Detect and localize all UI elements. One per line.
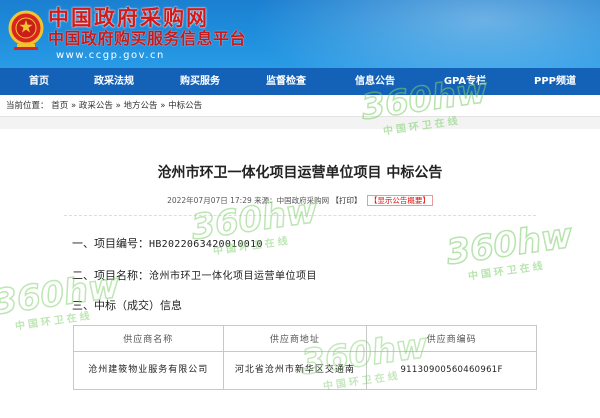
breadcrumb-procurement[interactable]: 政采公告	[79, 101, 113, 111]
breadcrumb-local[interactable]: 地方公告	[123, 101, 157, 111]
project-name-label: 二、项目名称：	[72, 269, 149, 282]
header-supplier-address: 供应商地址	[222, 325, 368, 352]
project-number-label: 一、项目编号：	[72, 237, 149, 250]
divider	[64, 215, 536, 216]
supplier-table: 供应商名称 供应商地址 供应商编码 沧州建筱物业服务有限公司 河北省沧州市新华区…	[73, 325, 537, 390]
breadcrumb-separator: »	[160, 101, 166, 111]
project-number-line: 一、项目编号：HB2022063420010010	[72, 235, 263, 251]
site-title: 中国政府采购网	[48, 6, 209, 30]
header-supplier-name: 供应商名称	[73, 325, 224, 352]
article-card: 沧州市环卫一体化项目运营单位项目 中标公告 2022年07月07日 17:29 …	[0, 129, 600, 418]
nav-item-home[interactable]: 首页	[14, 68, 64, 95]
nav-item-ppp[interactable]: PPP频道	[520, 68, 590, 95]
article-date-source: 2022年07月07日 17:29 来源：中国政府采购网	[167, 196, 332, 205]
site-url: www.ccgp.gov.cn	[56, 50, 165, 61]
award-info-heading: 三、中标（成交）信息	[72, 299, 182, 312]
article-title: 沧州市环卫一体化项目运营单位项目 中标公告	[157, 165, 443, 181]
breadcrumb-prefix: 当前位置：	[6, 101, 49, 111]
nav-item-regulations[interactable]: 政采法规	[82, 68, 146, 95]
breadcrumb-home[interactable]: 首页	[51, 101, 68, 111]
table-row: 沧州建筱物业服务有限公司 河北省沧州市新华区交通南 91130900560460…	[73, 351, 537, 390]
page: 中国政府采购网 中国政府购买服务信息平台 www.ccgp.gov.cn 首页 …	[0, 0, 600, 418]
breadcrumb: 当前位置： 首页 » 政采公告 » 地方公告 » 中标公告	[0, 95, 600, 117]
show-summary-button[interactable]: 【显示公告概要】	[366, 195, 433, 206]
nav-item-supervision[interactable]: 监督检查	[253, 68, 319, 95]
breadcrumb-award[interactable]: 中标公告	[168, 101, 202, 111]
breadcrumb-separator: »	[70, 101, 77, 111]
breadcrumb-separator: »	[115, 101, 121, 111]
site-logo[interactable]: 中国政府采购网 中国政府购买服务信息平台 www.ccgp.gov.cn	[48, 7, 246, 61]
site-header: 中国政府采购网 中国政府购买服务信息平台 www.ccgp.gov.cn	[0, 0, 600, 68]
main-nav: 首页 政采法规 购买服务 监督检查 信息公告 GPA专栏 PPP频道	[0, 68, 600, 95]
print-link[interactable]: 【打印】	[332, 196, 362, 205]
article-meta: 2022年07月07日 17:29 来源：中国政府采购网 【打印】 【显示公告概…	[0, 195, 600, 206]
project-name-line: 二、项目名称：沧州市环卫一体化项目运营单位项目	[72, 267, 317, 283]
site-subtitle: 中国政府购买服务信息平台	[48, 29, 247, 48]
national-emblem-icon	[8, 10, 44, 50]
supplier-name-cell: 沧州建筱物业服务有限公司	[73, 351, 224, 390]
nav-item-gpa[interactable]: GPA专栏	[432, 68, 498, 95]
nav-item-purchase-services[interactable]: 购买服务	[167, 68, 233, 95]
project-name-value: 沧州市环卫一体化项目运营单位项目	[149, 271, 317, 282]
supplier-code-cell: 91130900560460961F	[366, 351, 537, 390]
header-glow	[230, 0, 600, 68]
supplier-address-cell: 河北省沧州市新华区交通南	[222, 351, 368, 390]
project-number-value: HB2022063420010010	[149, 239, 263, 250]
header-supplier-code: 供应商编码	[366, 325, 537, 352]
nav-item-announcements[interactable]: 信息公告	[342, 68, 408, 95]
table-header-row: 供应商名称 供应商地址 供应商编码	[73, 325, 537, 352]
